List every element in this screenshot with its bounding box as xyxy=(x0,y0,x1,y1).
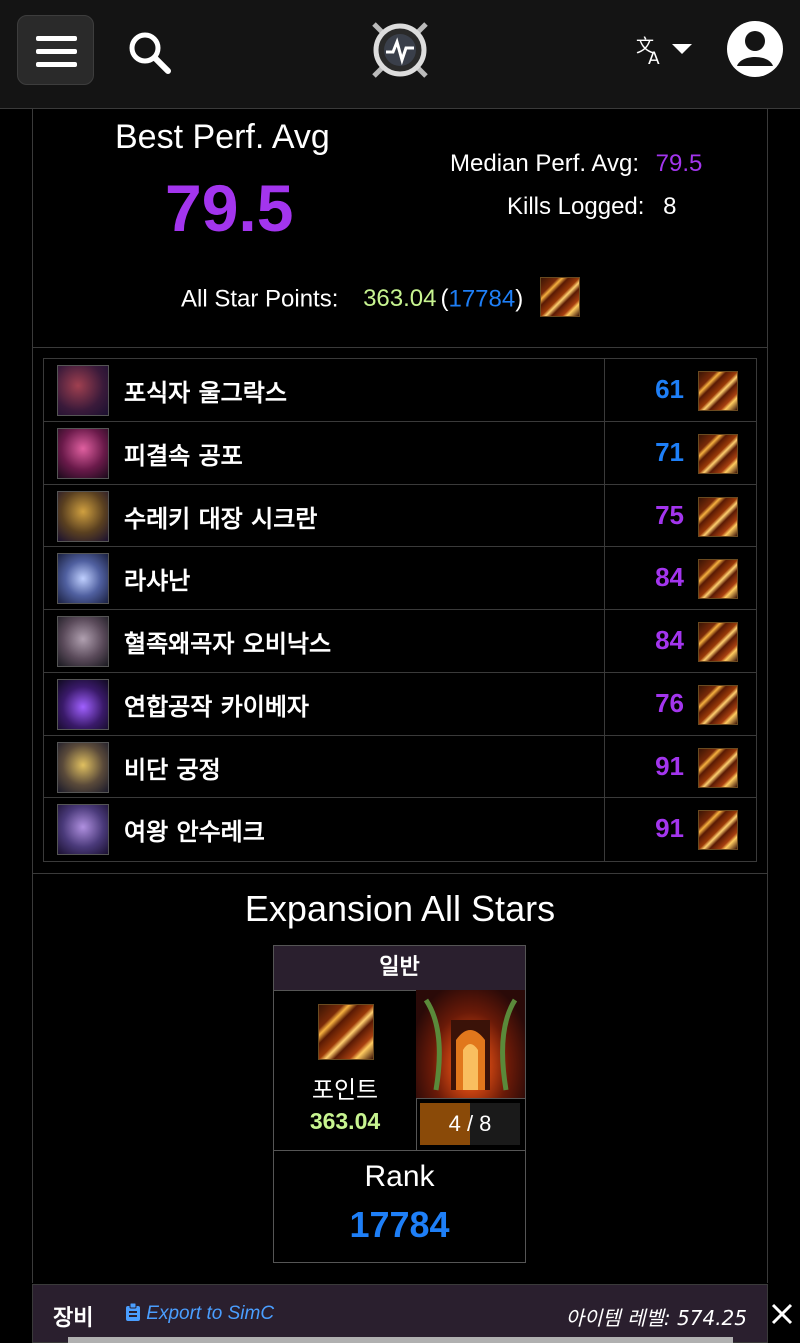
boss-name: 연합공작 카이베자 xyxy=(124,692,309,721)
boss-score[interactable]: 84 xyxy=(655,625,684,656)
kills-logged-value: 8 xyxy=(663,193,677,220)
boss-row[interactable]: 피결속 공포 71 xyxy=(44,421,756,485)
boss-rankings-table: 포식자 울그락스 61 피결속 공포 71 수레키 대장 시크란 75 라샤난 … xyxy=(43,358,757,862)
points-label: 포인트 xyxy=(311,1076,379,1104)
hamburger-menu-icon xyxy=(36,36,77,41)
fire-mage-spec-icon xyxy=(698,559,738,600)
boss-score[interactable]: 91 xyxy=(655,751,684,782)
points-cell: 포인트 363.04 xyxy=(274,990,417,1151)
all-star-rank-close-paren: ) xyxy=(515,285,524,313)
difficulty-label: 일반 xyxy=(274,946,525,991)
points-value: 363.04 xyxy=(309,1108,381,1134)
median-perf-avg-value: 79.5 xyxy=(655,150,703,177)
search-button[interactable] xyxy=(124,27,174,77)
item-level: 아이템 레벨: 574.25 xyxy=(565,1306,747,1330)
site-logo[interactable] xyxy=(366,16,434,84)
fire-mage-spec-icon xyxy=(539,277,580,317)
row-divider xyxy=(604,359,605,421)
row-divider xyxy=(604,484,605,547)
boss-name: 피결속 공포 xyxy=(124,441,243,470)
gear-section-header: 장비 Export to SimC 아이템 레벨: 574.25 xyxy=(32,1284,768,1343)
row-divider xyxy=(604,547,605,609)
expansion-all-stars-card: 일반 포인트 363.04 4 / 8 Rank 17784 xyxy=(273,945,526,1263)
fire-mage-spec-icon xyxy=(698,747,738,788)
boss-score[interactable]: 75 xyxy=(655,500,684,531)
export-to-simc-link[interactable]: Export to SimC xyxy=(125,1302,275,1325)
boss-portrait-icon xyxy=(57,490,109,542)
fire-mage-spec-icon xyxy=(698,371,738,411)
raid-progress-text: 4 / 8 xyxy=(448,1111,492,1136)
boss-name: 포식자 울그락스 xyxy=(124,379,287,407)
row-divider xyxy=(604,610,605,672)
boss-portrait-icon xyxy=(57,741,109,793)
search-icon xyxy=(129,32,171,74)
fire-mage-spec-icon xyxy=(698,496,738,537)
boss-portrait-icon xyxy=(57,804,109,856)
boss-row[interactable]: 라샤난 84 xyxy=(44,547,756,610)
boss-name: 라샤난 xyxy=(124,567,191,596)
raid-zone-image xyxy=(416,990,525,1099)
best-perf-avg-value: 79.5 xyxy=(165,171,294,245)
median-perf-avg: Median Perf. Avg: 79.5 xyxy=(450,150,702,178)
close-icon xyxy=(771,1303,793,1325)
boss-name: 수레키 대장 시크란 xyxy=(124,504,318,533)
all-star-points-line: All Star Points: 363.04 (17784) xyxy=(181,277,580,317)
boss-name: 여왕 안수레크 xyxy=(124,818,265,847)
svg-text:A: A xyxy=(648,49,660,68)
boss-portrait-icon xyxy=(57,553,109,605)
best-perf-avg-label: Best Perf. Avg xyxy=(115,118,330,156)
row-divider xyxy=(604,735,605,798)
language-select-button[interactable]: 文 A xyxy=(634,32,696,69)
median-perf-avg-label: Median Perf. Avg: xyxy=(450,150,639,177)
boss-portrait-icon xyxy=(57,678,109,730)
user-account-button[interactable] xyxy=(726,20,784,78)
boss-portrait-icon xyxy=(57,427,109,479)
warcraftlogs-logo-icon xyxy=(372,22,428,78)
raid-progress-cell[interactable]: 4 / 8 xyxy=(416,990,525,1151)
boss-score[interactable]: 61 xyxy=(655,374,684,405)
all-star-rank-value: 17784 xyxy=(448,285,516,313)
boss-name: 혈족왜곡자 오비낙스 xyxy=(124,630,332,658)
fire-mage-spec-icon xyxy=(698,433,738,474)
boss-score[interactable]: 84 xyxy=(655,562,684,593)
fire-mage-spec-icon xyxy=(698,684,738,725)
boss-name: 비단 궁정 xyxy=(124,755,221,784)
fire-mage-spec-icon xyxy=(318,1004,374,1060)
export-to-simc-label: Export to SimC xyxy=(146,1303,275,1324)
expansion-all-stars-title: Expansion All Stars xyxy=(244,888,556,929)
row-divider xyxy=(604,672,605,735)
clipboard-icon xyxy=(126,1302,140,1321)
hamburger-line xyxy=(36,62,77,67)
fire-mage-spec-icon xyxy=(698,622,738,662)
kills-logged-label: Kills Logged: xyxy=(507,193,645,220)
all-star-points-label: All Star Points: xyxy=(181,285,339,313)
boss-row[interactable]: 연합공작 카이베자 76 xyxy=(44,672,756,736)
bottom-ad-strip xyxy=(68,1337,733,1343)
row-divider xyxy=(604,798,605,861)
boss-row[interactable]: 혈족왜곡자 오비낙스 84 xyxy=(44,610,756,673)
user-avatar-icon xyxy=(727,21,783,77)
raid-zone-artwork xyxy=(423,998,518,1091)
boss-portrait-icon xyxy=(57,616,109,667)
row-divider xyxy=(604,421,605,484)
boss-row[interactable]: 포식자 울그락스 61 xyxy=(44,359,756,422)
all-star-points-value: 363.04 xyxy=(363,285,437,313)
boss-score[interactable]: 76 xyxy=(655,688,684,719)
close-ad-button[interactable] xyxy=(768,1298,796,1330)
fire-mage-spec-icon xyxy=(698,810,738,851)
translate-icon: 文 A xyxy=(636,36,692,69)
rank-label: Rank xyxy=(364,1160,435,1193)
boss-row[interactable]: 비단 궁정 91 xyxy=(44,735,756,799)
boss-row[interactable]: 여왕 안수레크 91 xyxy=(44,798,756,861)
kills-logged: Kills Logged: 8 xyxy=(507,193,676,221)
top-navigation-bar: 文 A xyxy=(0,0,800,109)
boss-score[interactable]: 91 xyxy=(655,813,684,844)
boss-row[interactable]: 수레키 대장 시크란 75 xyxy=(44,484,756,548)
boss-score[interactable]: 71 xyxy=(655,437,684,468)
gear-title: 장비 xyxy=(53,1306,94,1331)
boss-portrait-icon xyxy=(57,365,109,416)
hamburger-menu-button[interactable] xyxy=(17,15,94,85)
rank-value[interactable]: 17784 xyxy=(274,1204,525,1246)
hamburger-line xyxy=(36,49,77,54)
